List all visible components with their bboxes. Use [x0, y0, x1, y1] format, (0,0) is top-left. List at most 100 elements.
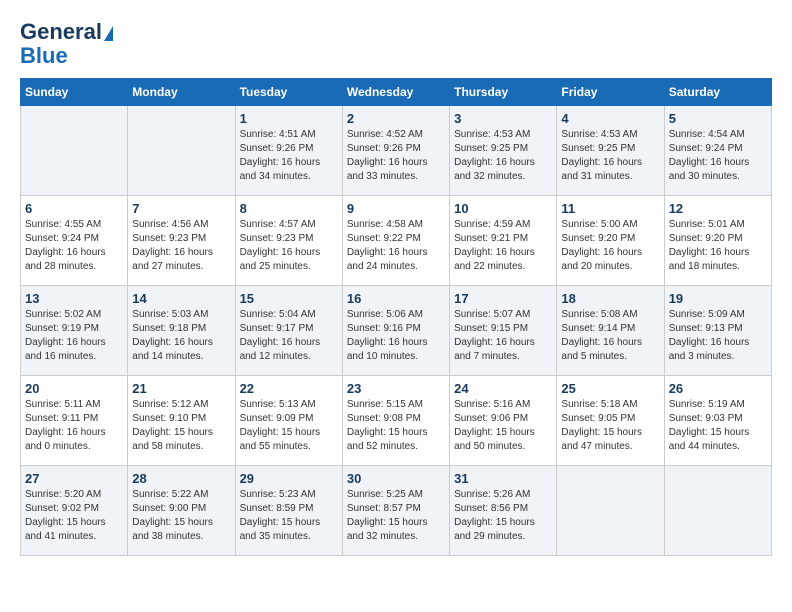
weekday-header-saturday: Saturday: [664, 79, 771, 106]
day-info: Sunrise: 5:07 AM Sunset: 9:15 PM Dayligh…: [454, 308, 552, 364]
logo-text: General: [20, 20, 113, 44]
calendar-cell: 13 Sunrise: 5:02 AM Sunset: 9:19 PM Dayli…: [21, 286, 128, 376]
calendar-cell: [21, 106, 128, 196]
day-number: 3: [454, 111, 552, 126]
day-info: Sunrise: 4:54 AM Sunset: 9:24 PM Dayligh…: [669, 128, 767, 184]
day-number: 11: [561, 201, 659, 216]
calendar-cell: 23 Sunrise: 5:15 AM Sunset: 9:08 PM Dayli…: [342, 376, 449, 466]
day-info: Sunrise: 5:22 AM Sunset: 9:00 PM Dayligh…: [132, 488, 230, 544]
calendar-week-row: 13 Sunrise: 5:02 AM Sunset: 9:19 PM Dayli…: [21, 286, 772, 376]
day-number: 18: [561, 291, 659, 306]
day-info: Sunrise: 5:26 AM Sunset: 8:56 PM Dayligh…: [454, 488, 552, 544]
day-info: Sunrise: 4:56 AM Sunset: 9:23 PM Dayligh…: [132, 218, 230, 274]
calendar-cell: 6 Sunrise: 4:55 AM Sunset: 9:24 PM Daylig…: [21, 196, 128, 286]
day-info: Sunrise: 4:59 AM Sunset: 9:21 PM Dayligh…: [454, 218, 552, 274]
day-number: 5: [669, 111, 767, 126]
weekday-header-thursday: Thursday: [450, 79, 557, 106]
calendar-cell: 29 Sunrise: 5:23 AM Sunset: 8:59 PM Dayli…: [235, 466, 342, 556]
day-info: Sunrise: 4:58 AM Sunset: 9:22 PM Dayligh…: [347, 218, 445, 274]
day-info: Sunrise: 5:01 AM Sunset: 9:20 PM Dayligh…: [669, 218, 767, 274]
calendar-cell: 19Sunrise: 5:09 AM Sunset: 9:13 PM Dayli…: [664, 286, 771, 376]
calendar-cell: 16 Sunrise: 5:06 AM Sunset: 9:16 PM Dayli…: [342, 286, 449, 376]
day-number: 31: [454, 471, 552, 486]
calendar-cell: 15 Sunrise: 5:04 AM Sunset: 9:17 PM Dayli…: [235, 286, 342, 376]
calendar-cell: 3Sunrise: 4:53 AM Sunset: 9:25 PM Daylig…: [450, 106, 557, 196]
day-info: Sunrise: 4:51 AM Sunset: 9:26 PM Dayligh…: [240, 128, 338, 184]
day-number: 13: [25, 291, 123, 306]
calendar-table: SundayMondayTuesdayWednesdayThursdayFrid…: [20, 78, 772, 556]
day-info: Sunrise: 5:20 AM Sunset: 9:02 PM Dayligh…: [25, 488, 123, 544]
calendar-cell: 27 Sunrise: 5:20 AM Sunset: 9:02 PM Dayli…: [21, 466, 128, 556]
day-number: 1: [240, 111, 338, 126]
weekday-header-sunday: Sunday: [21, 79, 128, 106]
day-info: Sunrise: 5:04 AM Sunset: 9:17 PM Dayligh…: [240, 308, 338, 364]
weekday-header-wednesday: Wednesday: [342, 79, 449, 106]
calendar-cell: 24 Sunrise: 5:16 AM Sunset: 9:06 PM Dayli…: [450, 376, 557, 466]
calendar-week-row: 6 Sunrise: 4:55 AM Sunset: 9:24 PM Daylig…: [21, 196, 772, 286]
day-info: Sunrise: 5:25 AM Sunset: 8:57 PM Dayligh…: [347, 488, 445, 544]
calendar-week-row: 1 Sunrise: 4:51 AM Sunset: 9:26 PM Daylig…: [21, 106, 772, 196]
calendar-cell: 26 Sunrise: 5:19 AM Sunset: 9:03 PM Dayli…: [664, 376, 771, 466]
calendar-cell: 22Sunrise: 5:13 AM Sunset: 9:09 PM Dayli…: [235, 376, 342, 466]
day-info: Sunrise: 5:16 AM Sunset: 9:06 PM Dayligh…: [454, 398, 552, 454]
calendar-cell: 5 Sunrise: 4:54 AM Sunset: 9:24 PM Daylig…: [664, 106, 771, 196]
day-number: 7: [132, 201, 230, 216]
day-info: Sunrise: 5:13 AM Sunset: 9:09 PM Dayligh…: [240, 398, 338, 454]
day-number: 16: [347, 291, 445, 306]
day-number: 4: [561, 111, 659, 126]
day-number: 29: [240, 471, 338, 486]
day-info: Sunrise: 5:06 AM Sunset: 9:16 PM Dayligh…: [347, 308, 445, 364]
day-info: Sunrise: 4:55 AM Sunset: 9:24 PM Dayligh…: [25, 218, 123, 274]
calendar-cell: 30 Sunrise: 5:25 AM Sunset: 8:57 PM Dayli…: [342, 466, 449, 556]
calendar-cell: 20Sunrise: 5:11 AM Sunset: 9:11 PM Dayli…: [21, 376, 128, 466]
day-number: 21: [132, 381, 230, 396]
day-number: 14: [132, 291, 230, 306]
calendar-cell: 1 Sunrise: 4:51 AM Sunset: 9:26 PM Daylig…: [235, 106, 342, 196]
day-number: 2: [347, 111, 445, 126]
day-number: 24: [454, 381, 552, 396]
day-info: Sunrise: 5:18 AM Sunset: 9:05 PM Dayligh…: [561, 398, 659, 454]
calendar-cell: 25 Sunrise: 5:18 AM Sunset: 9:05 PM Dayli…: [557, 376, 664, 466]
weekday-header-tuesday: Tuesday: [235, 79, 342, 106]
calendar-cell: 14 Sunrise: 5:03 AM Sunset: 9:18 PM Dayli…: [128, 286, 235, 376]
calendar-cell: 28Sunrise: 5:22 AM Sunset: 9:00 PM Dayli…: [128, 466, 235, 556]
calendar-cell: [128, 106, 235, 196]
calendar-header-row: SundayMondayTuesdayWednesdayThursdayFrid…: [21, 79, 772, 106]
day-number: 8: [240, 201, 338, 216]
day-info: Sunrise: 5:23 AM Sunset: 8:59 PM Dayligh…: [240, 488, 338, 544]
calendar-cell: 21Sunrise: 5:12 AM Sunset: 9:10 PM Dayli…: [128, 376, 235, 466]
calendar-cell: 8 Sunrise: 4:57 AM Sunset: 9:23 PM Daylig…: [235, 196, 342, 286]
day-number: 19: [669, 291, 767, 306]
calendar-cell: 11Sunrise: 5:00 AM Sunset: 9:20 PM Dayli…: [557, 196, 664, 286]
day-number: 25: [561, 381, 659, 396]
day-info: Sunrise: 5:19 AM Sunset: 9:03 PM Dayligh…: [669, 398, 767, 454]
day-number: 23: [347, 381, 445, 396]
page-header: General Blue: [20, 20, 772, 68]
day-number: 27: [25, 471, 123, 486]
calendar-cell: 31 Sunrise: 5:26 AM Sunset: 8:56 PM Dayli…: [450, 466, 557, 556]
day-number: 9: [347, 201, 445, 216]
day-info: Sunrise: 4:52 AM Sunset: 9:26 PM Dayligh…: [347, 128, 445, 184]
day-info: Sunrise: 5:03 AM Sunset: 9:18 PM Dayligh…: [132, 308, 230, 364]
day-number: 15: [240, 291, 338, 306]
calendar-cell: 12 Sunrise: 5:01 AM Sunset: 9:20 PM Dayli…: [664, 196, 771, 286]
day-number: 26: [669, 381, 767, 396]
day-number: 30: [347, 471, 445, 486]
day-number: 12: [669, 201, 767, 216]
calendar-cell: 17Sunrise: 5:07 AM Sunset: 9:15 PM Dayli…: [450, 286, 557, 376]
day-info: Sunrise: 5:11 AM Sunset: 9:11 PM Dayligh…: [25, 398, 123, 454]
day-number: 6: [25, 201, 123, 216]
day-info: Sunrise: 5:02 AM Sunset: 9:19 PM Dayligh…: [25, 308, 123, 364]
calendar-cell: 9 Sunrise: 4:58 AM Sunset: 9:22 PM Daylig…: [342, 196, 449, 286]
day-info: Sunrise: 4:53 AM Sunset: 9:25 PM Dayligh…: [561, 128, 659, 184]
day-info: Sunrise: 5:15 AM Sunset: 9:08 PM Dayligh…: [347, 398, 445, 454]
calendar-week-row: 27 Sunrise: 5:20 AM Sunset: 9:02 PM Dayli…: [21, 466, 772, 556]
weekday-header-monday: Monday: [128, 79, 235, 106]
calendar-cell: [557, 466, 664, 556]
weekday-header-friday: Friday: [557, 79, 664, 106]
logo-blue-text: Blue: [20, 44, 68, 68]
calendar-cell: 4 Sunrise: 4:53 AM Sunset: 9:25 PM Daylig…: [557, 106, 664, 196]
calendar-cell: 2 Sunrise: 4:52 AM Sunset: 9:26 PM Daylig…: [342, 106, 449, 196]
calendar-week-row: 20Sunrise: 5:11 AM Sunset: 9:11 PM Dayli…: [21, 376, 772, 466]
day-info: Sunrise: 4:57 AM Sunset: 9:23 PM Dayligh…: [240, 218, 338, 274]
